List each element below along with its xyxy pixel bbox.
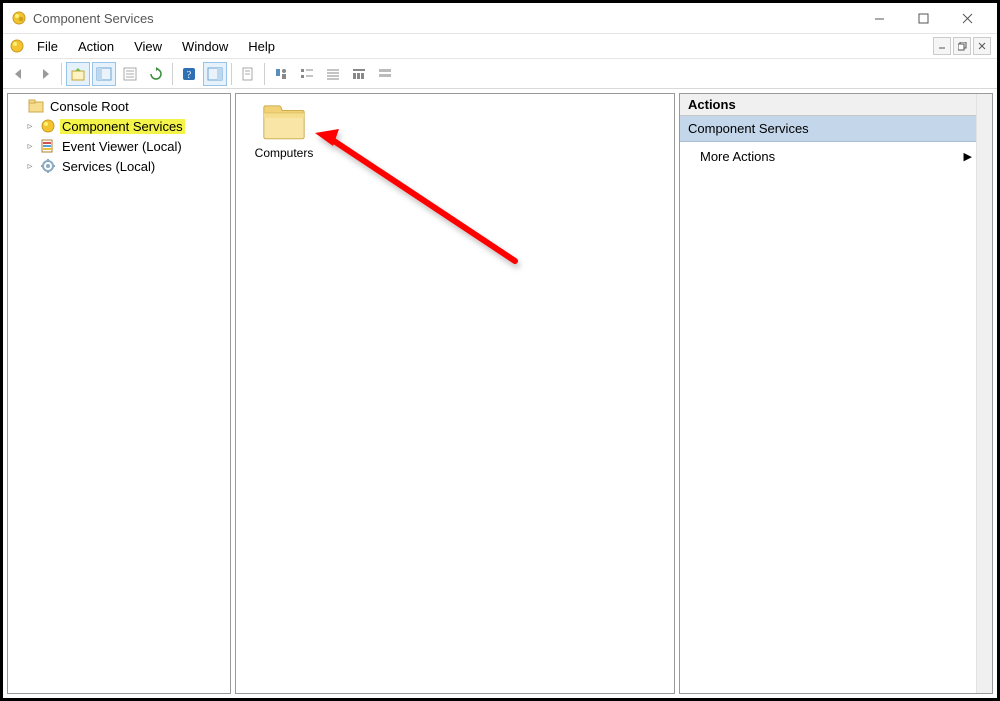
mdi-buttons [933, 37, 993, 55]
help-button[interactable]: ? [177, 62, 201, 86]
toolbar-separator [61, 63, 62, 85]
toolbar: ? [3, 59, 997, 89]
content-pane[interactable]: Computers [235, 93, 675, 694]
content-item-label: Computers [255, 146, 314, 160]
tree-expander[interactable]: ▹ [24, 161, 36, 172]
folder-icon [262, 104, 306, 142]
minimize-button[interactable] [857, 4, 901, 32]
services-icon [40, 158, 56, 174]
content-inner: Computers [236, 94, 674, 170]
mdi-restore-button[interactable] [953, 37, 971, 55]
component-services-icon [40, 118, 56, 134]
tree-item-event-viewer[interactable]: ▹ Event Viewer (Local) [8, 136, 230, 156]
detail-view-button[interactable] [347, 62, 371, 86]
content-item-computers[interactable]: Computers [246, 104, 322, 160]
svg-text:?: ? [187, 70, 192, 81]
forward-button[interactable] [33, 62, 57, 86]
tree-item-component-services[interactable]: ▹ Component Services [8, 116, 230, 136]
tree-expander[interactable]: ▹ [24, 121, 36, 132]
menubar: File Action View Window Help [3, 33, 997, 59]
menu-view[interactable]: View [124, 36, 172, 57]
actions-section[interactable]: Component Services ▲ [680, 116, 992, 142]
menu-file[interactable]: File [31, 36, 68, 57]
toolbar-separator [172, 63, 173, 85]
event-viewer-icon [40, 138, 56, 154]
tree-expander[interactable]: ▹ [24, 141, 36, 152]
actions-row-label: More Actions [700, 149, 775, 164]
tree-item-label: Event Viewer (Local) [60, 139, 184, 154]
actions-more[interactable]: More Actions ▶ [680, 142, 992, 170]
com-apps-button[interactable] [269, 62, 293, 86]
close-button[interactable] [945, 4, 989, 32]
menu-window[interactable]: Window [172, 36, 238, 57]
menu-help[interactable]: Help [238, 36, 285, 57]
actions-pane: Actions Component Services ▲ More Action… [679, 93, 993, 694]
app-icon [11, 10, 27, 26]
tree-root[interactable]: Console Root [8, 96, 230, 116]
workarea: Console Root ▹ Component Services ▹ Even… [3, 89, 997, 698]
console-root-icon [28, 98, 44, 114]
tree: Console Root ▹ Component Services ▹ Even… [8, 94, 230, 178]
toggle-tree-button[interactable] [92, 62, 116, 86]
scrollbar[interactable] [976, 94, 992, 693]
properties-button[interactable] [236, 62, 260, 86]
window-frame: Component Services File Action View Wind… [0, 0, 1000, 701]
actions-section-label: Component Services [688, 121, 809, 136]
tree-pane: Console Root ▹ Component Services ▹ Even… [7, 93, 231, 694]
actions-header: Actions [680, 94, 992, 116]
mdi-minimize-button[interactable] [933, 37, 951, 55]
submenu-arrow-icon: ▶ [964, 150, 972, 163]
back-button[interactable] [7, 62, 31, 86]
maximize-button[interactable] [901, 4, 945, 32]
mdi-close-button[interactable] [973, 37, 991, 55]
window-title: Component Services [33, 11, 154, 26]
list-view1-button[interactable] [295, 62, 319, 86]
status-view-button[interactable] [373, 62, 397, 86]
toolbar-separator [264, 63, 265, 85]
tree-root-label: Console Root [48, 99, 131, 114]
titlebar: Component Services [3, 3, 997, 33]
up-button[interactable] [66, 62, 90, 86]
doc-app-icon [9, 38, 25, 54]
tree-item-label: Services (Local) [60, 159, 157, 174]
menu-action[interactable]: Action [68, 36, 124, 57]
toolbar-separator [231, 63, 232, 85]
toggle-action-pane-button[interactable] [203, 62, 227, 86]
refresh-button[interactable] [144, 62, 168, 86]
tree-item-label: Component Services [60, 119, 185, 134]
list-view2-button[interactable] [321, 62, 345, 86]
export-list-button[interactable] [118, 62, 142, 86]
tree-item-services[interactable]: ▹ Services (Local) [8, 156, 230, 176]
